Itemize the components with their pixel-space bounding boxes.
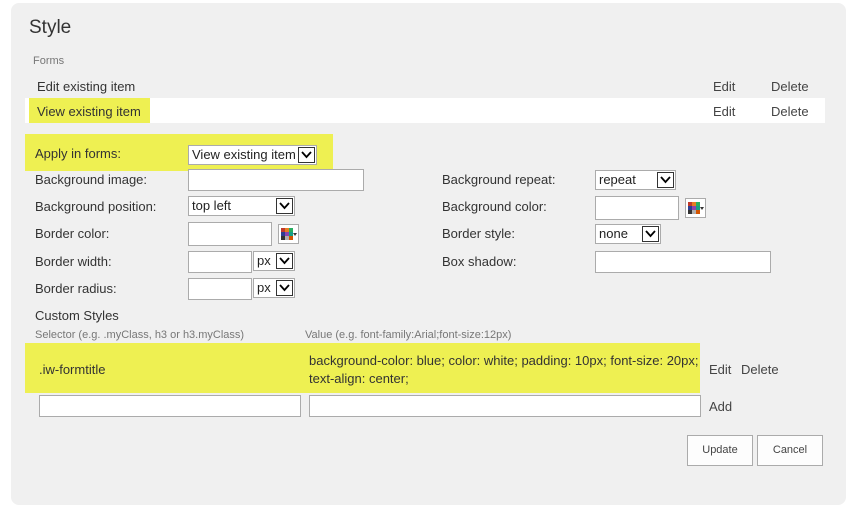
form-edit-link[interactable]: Edit <box>713 104 735 119</box>
update-button[interactable]: Update <box>687 435 753 466</box>
form-item-edit-existing: Edit existing item <box>37 79 136 94</box>
form-delete-link[interactable]: Delete <box>771 79 809 94</box>
background-position-label: Background position: <box>35 199 157 214</box>
color-picker-button[interactable] <box>278 224 299 244</box>
chevron-down-icon <box>657 172 674 188</box>
caret-down-icon <box>293 233 297 236</box>
selector-hint: Selector (e.g. .myClass, h3 or h3.myClas… <box>35 329 245 341</box>
box-shadow-input[interactable] <box>595 251 771 273</box>
chevron-down-icon <box>276 253 293 269</box>
border-style-label: Border style: <box>442 226 515 241</box>
background-repeat-label: Background repeat: <box>442 172 556 187</box>
chevron-down-icon <box>276 280 293 296</box>
box-shadow-label: Box shadow: <box>442 254 517 269</box>
form-edit-link[interactable]: Edit <box>713 79 735 94</box>
background-image-label: Background image: <box>35 172 148 187</box>
border-color-label: Border color: <box>35 226 110 241</box>
chevron-down-icon <box>276 198 293 214</box>
border-width-unit-select[interactable]: px <box>253 251 295 271</box>
page-title: Style <box>29 17 72 38</box>
form-delete-link[interactable]: Delete <box>771 104 809 119</box>
cancel-button[interactable]: Cancel <box>757 435 823 466</box>
border-radius-label: Border radius: <box>35 281 117 296</box>
color-palette-icon <box>688 202 700 214</box>
color-picker-button[interactable] <box>685 198 706 218</box>
form-item-view-existing: View existing item <box>37 104 141 119</box>
border-radius-input[interactable] <box>188 278 252 300</box>
background-image-input[interactable] <box>188 169 364 191</box>
color-palette-icon <box>281 228 293 240</box>
border-style-select[interactable]: none <box>595 224 661 244</box>
background-color-input[interactable] <box>595 196 679 220</box>
caret-down-icon <box>700 207 704 210</box>
background-position-select[interactable]: top left <box>188 196 295 216</box>
border-width-label: Border width: <box>35 254 112 269</box>
forms-label: Forms <box>33 55 65 67</box>
apply-in-forms-label: Apply in forms: <box>35 146 121 161</box>
chevron-down-icon <box>642 226 659 242</box>
background-color-label: Background color: <box>442 199 547 214</box>
add-style-link[interactable]: Add <box>709 399 732 414</box>
custom-styles-heading: Custom Styles <box>35 308 119 323</box>
border-color-input[interactable] <box>188 222 272 246</box>
custom-style-delete-link[interactable]: Delete <box>741 362 779 377</box>
chevron-down-icon <box>298 147 315 163</box>
custom-style-value-line2: text-align: center; <box>309 371 409 386</box>
custom-style-value-line1: background-color: blue; color: white; pa… <box>309 353 699 368</box>
apply-in-forms-value: View existing item <box>192 147 296 162</box>
custom-style-selector: .iw-formtitle <box>39 362 106 377</box>
border-radius-unit-select[interactable]: px <box>253 278 295 298</box>
apply-in-forms-select[interactable]: View existing item <box>188 145 317 165</box>
new-selector-input[interactable] <box>39 395 301 417</box>
new-value-input[interactable] <box>309 395 701 417</box>
border-width-input[interactable] <box>188 251 252 273</box>
background-repeat-select[interactable]: repeat <box>595 170 676 190</box>
custom-style-edit-link[interactable]: Edit <box>709 362 731 377</box>
value-hint: Value (e.g. font-family:Arial;font-size:… <box>305 329 512 341</box>
